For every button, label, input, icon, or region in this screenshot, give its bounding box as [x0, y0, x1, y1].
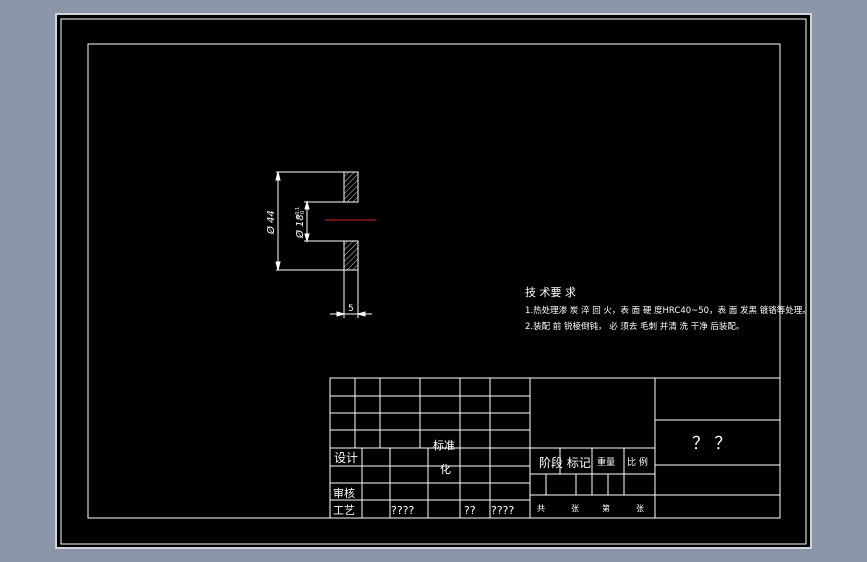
cad-drawing: Ø 44 Ø 18 +0.1 0 5 技 术要 求 1.热处理渗 炭 淬 回 火…: [55, 13, 812, 549]
weight-label: 重量: [597, 456, 615, 468]
page-label: 第: [602, 503, 610, 513]
scale-label: 比 例: [627, 456, 648, 468]
inner-tolerance-lower: 0: [300, 211, 306, 214]
process-label: 工艺: [333, 504, 355, 517]
unknown-field-3: ????: [491, 504, 515, 517]
upper-wall-section: [343, 171, 359, 203]
stage-mark-label: 阶段 标记: [539, 455, 591, 470]
tech-requirement-1: 1.热处理渗 炭 淬 回 火，表 面 硬 度HRC40~50，表 面 发黑 镀铬…: [525, 305, 811, 316]
design-label: 设计: [334, 451, 358, 465]
outer-diameter-label: Ø 44: [265, 210, 277, 235]
thickness-label: 5: [348, 304, 354, 314]
sheets-label-1: 张: [571, 504, 579, 513]
drawing-sheet: [55, 13, 812, 549]
unknown-field-1: ????: [391, 504, 415, 517]
review-label: 审核: [333, 486, 355, 500]
standardize-label-2: 化: [440, 462, 451, 476]
standardize-label-1: 标准: [433, 438, 455, 452]
tech-requirements-heading: 技 术要 求: [525, 286, 576, 299]
tech-requirement-2: 2.装配 前 锐棱倒钝， 必 须去 毛刺 并清 洗 干净 后装配。: [525, 321, 744, 332]
drawing-title: ？ ？: [692, 434, 731, 454]
lower-wall-section: [343, 240, 359, 271]
sheets-label-2: 张: [636, 504, 644, 513]
total-label: 共: [537, 504, 545, 513]
unknown-field-2: ??: [464, 504, 476, 517]
